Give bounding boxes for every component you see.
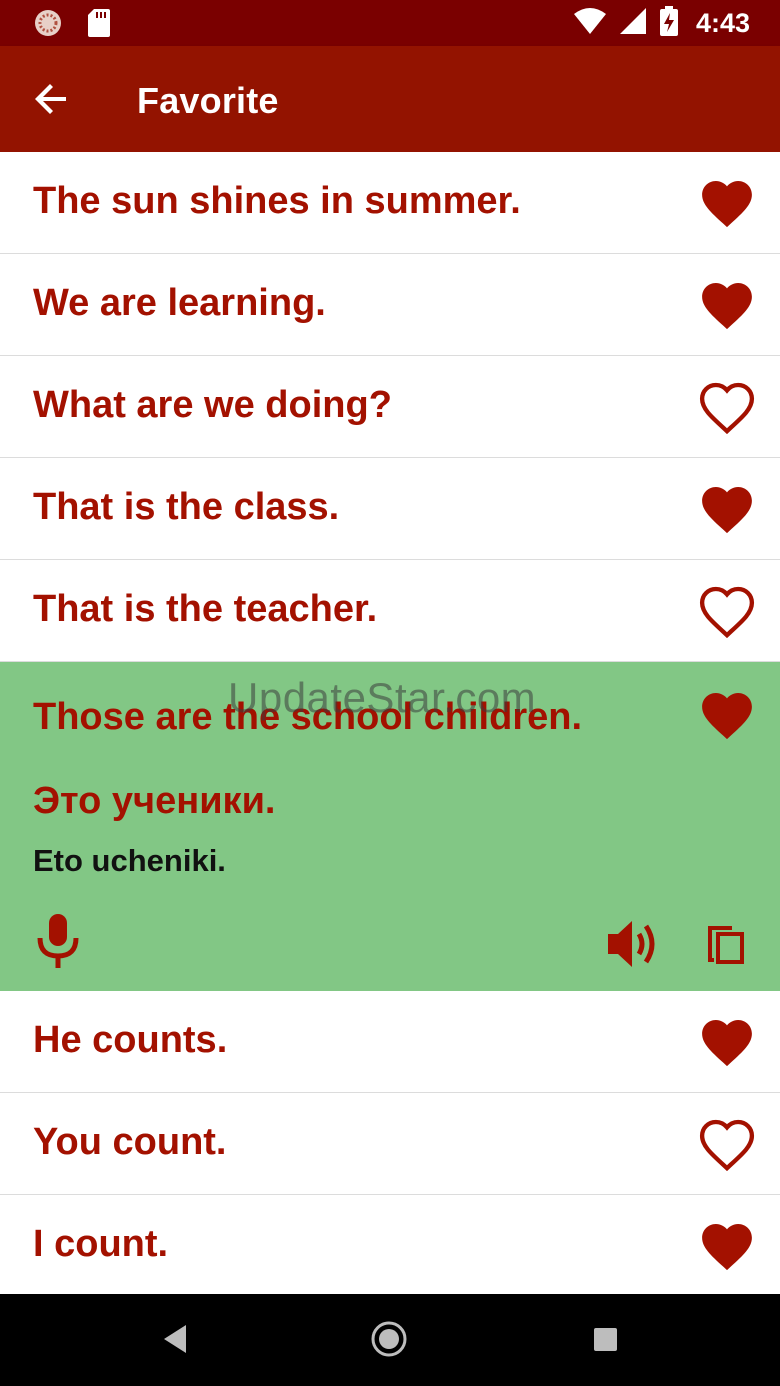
notification-app-icon — [34, 9, 62, 42]
back-button[interactable] — [30, 77, 74, 121]
copy-button[interactable] — [706, 922, 748, 966]
phrase-text: We are learning. — [33, 282, 326, 324]
phrase-text: That is the class. — [33, 486, 340, 528]
favorite-toggle[interactable] — [698, 1015, 756, 1069]
page-title: Favorite — [137, 80, 279, 121]
phrase-row[interactable]: He counts. — [0, 991, 780, 1093]
status-time: 4:43 — [695, 8, 750, 38]
phrase-text: He counts. — [33, 1019, 228, 1061]
heart-outline-icon — [699, 382, 755, 435]
watermark: UpdateStar.com — [228, 674, 537, 721]
phrase-row[interactable]: The sun shines in summer. — [0, 152, 780, 254]
heart-filled-icon — [702, 1020, 752, 1067]
copy-icon — [708, 926, 744, 964]
phrase-row[interactable]: That is the teacher. — [0, 560, 780, 662]
heart-filled-icon — [702, 283, 752, 330]
favorite-toggle[interactable] — [698, 278, 756, 332]
favorite-toggle[interactable] — [698, 482, 756, 536]
heart-filled-icon — [702, 181, 752, 228]
phrase-text: What are we doing? — [33, 384, 392, 426]
phrase-row[interactable]: What are we doing? — [0, 356, 780, 458]
heart-filled-icon — [702, 1224, 752, 1271]
nav-home-button[interactable] — [370, 1320, 408, 1358]
phrase-text: You count. — [33, 1121, 227, 1163]
favorite-toggle[interactable] — [698, 1117, 756, 1172]
favorite-toggle[interactable] — [698, 1219, 756, 1273]
microphone-icon — [37, 914, 79, 968]
status-bar: 4:43 — [0, 0, 780, 46]
square-recents-icon — [594, 1328, 617, 1351]
favorite-toggle[interactable] — [698, 688, 756, 742]
heart-outline-icon — [699, 586, 755, 639]
triangle-back-icon — [164, 1325, 186, 1353]
circle-home-icon — [371, 1321, 407, 1357]
phrase-text: The sun shines in summer. — [33, 180, 521, 222]
system-nav-bar — [0, 1294, 780, 1386]
favorite-toggle[interactable] — [698, 584, 756, 639]
heart-outline-icon — [699, 1119, 755, 1172]
phrase-text: That is the teacher. — [33, 588, 378, 630]
phrase-list: The sun shines in summer. We are learning… — [0, 152, 780, 1297]
wifi-icon — [573, 8, 606, 39]
phrase-row[interactable]: We are learning. — [0, 254, 780, 356]
heart-filled-icon — [702, 693, 752, 740]
phrase-text: I count. — [33, 1223, 169, 1265]
transliteration-text: Eto ucheniki. — [33, 843, 226, 878]
phrase-row[interactable]: I count. — [0, 1195, 780, 1297]
battery-charging-icon — [659, 6, 678, 41]
nav-recents-button[interactable] — [593, 1327, 618, 1352]
speaker-button[interactable] — [604, 916, 664, 972]
phrase-row[interactable]: That is the class. — [0, 458, 780, 560]
phrase-row[interactable]: You count. — [0, 1093, 780, 1195]
nav-back-button[interactable] — [160, 1321, 190, 1357]
favorite-toggle[interactable] — [698, 176, 756, 230]
app-bar: Favorite — [0, 46, 780, 152]
microphone-button[interactable] — [33, 912, 83, 970]
speaker-icon — [608, 921, 655, 967]
cell-signal-icon — [619, 8, 646, 39]
sd-card-icon — [88, 9, 110, 42]
translation-text: Это ученики. — [33, 780, 276, 822]
heart-filled-icon — [702, 487, 752, 534]
favorite-toggle[interactable] — [698, 380, 756, 435]
arrow-back-icon — [35, 84, 66, 114]
